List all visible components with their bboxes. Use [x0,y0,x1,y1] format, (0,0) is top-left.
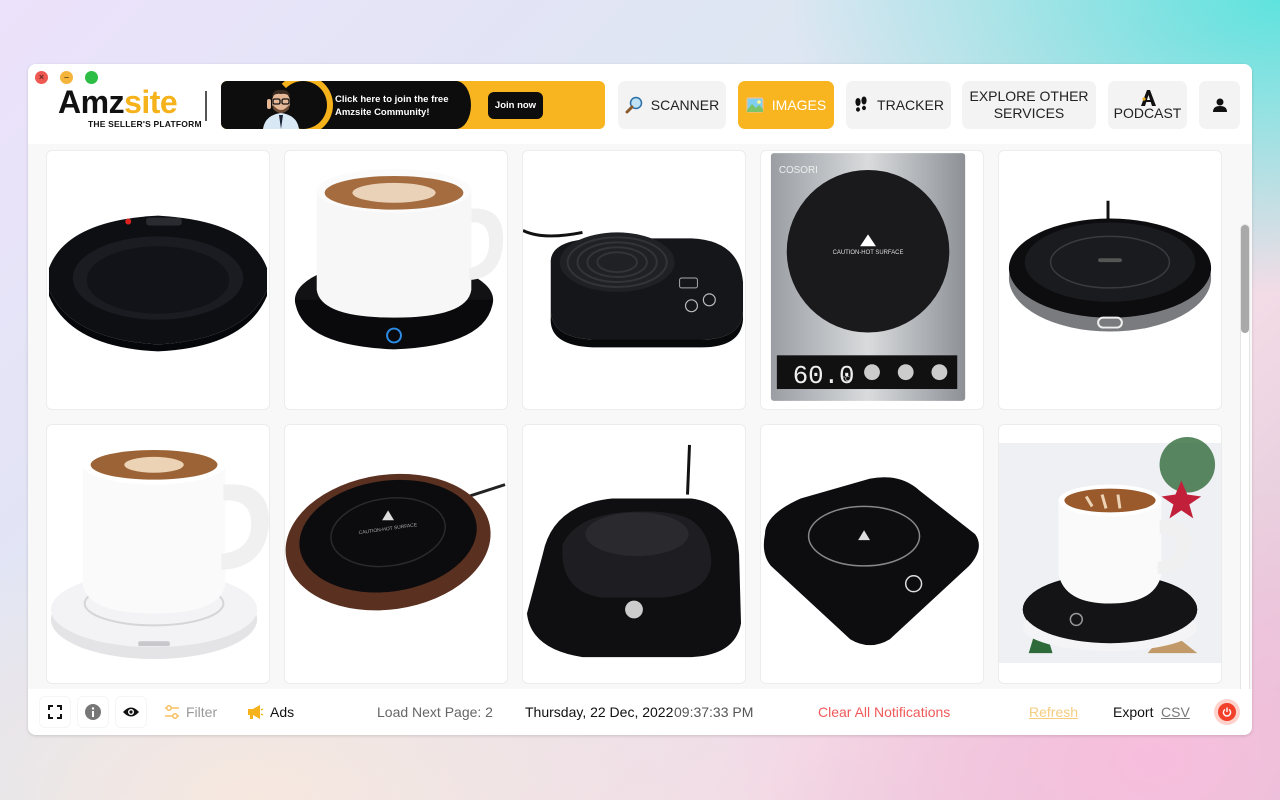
power-button[interactable] [1214,699,1240,725]
product-image-black-round-warmer [48,215,268,352]
nav-explore-services[interactable]: EXPLORE OTHER SERVICES [962,81,1096,129]
refresh-link[interactable]: Refresh [1029,704,1078,720]
eye-icon [123,707,139,717]
nav-scanner[interactable]: SCANNER [618,81,726,129]
image-gallery: COSORI CAUTION-HOT SURFACE 60.0 °C CAUTI… [28,144,1252,689]
cosori-caution-text: CAUTION-HOT SURFACE [833,250,904,256]
maximize-window-button[interactable] [85,71,98,84]
current-date: Thursday, 22 Dec, 2022 [525,704,674,720]
megaphone-icon [248,705,264,719]
filter-button[interactable]: Filter [156,697,225,727]
picture-icon [746,97,764,113]
nav-images[interactable]: IMAGES [738,81,834,129]
fullscreen-icon [48,705,62,719]
product-image-wood-ring-warmer: CAUTION-HOT SURFACE [285,473,506,611]
product-image-card[interactable] [998,424,1222,684]
product-image-glass-square-warmer [763,477,979,646]
logo[interactable]: Amzsite THE SELLER'S PLATFORM [58,86,208,129]
export-label: Export [1113,704,1154,720]
export-csv-link[interactable]: CSV [1161,704,1190,720]
product-image-card[interactable]: COSORI CAUTION-HOT SURFACE 60.0 °C [760,150,984,410]
nav-images-label: IMAGES [771,97,827,113]
product-image-white-mug-black-warmer [294,169,504,350]
community-banner[interactable]: Click here to join the free Amzsite Comm… [221,81,605,129]
product-image-card[interactable]: CAUTION-HOT SURFACE [284,424,508,684]
fullscreen-button[interactable] [40,697,70,727]
banner-line-2: Amzsite Community! [335,107,430,118]
logo-text-accent: site [124,84,178,120]
window-controls: × – [35,71,98,84]
ads-label: Ads [270,704,295,720]
product-image-white-mug-white-warmer [50,444,269,660]
person-avatar-icon [263,89,299,129]
footprints-icon [855,96,867,112]
nav-tracker-label: TRACKER [877,97,944,113]
product-image-card[interactable] [46,150,270,410]
minimize-window-button[interactable]: – [60,71,73,84]
banner-text: Click here to join the free Amzsite Comm… [335,93,449,119]
current-time: 09:37:33 PM [674,704,754,720]
nav-scanner-label: SCANNER [650,97,720,113]
vertical-scrollbar[interactable] [1240,224,1250,689]
magnifier-icon [625,96,643,114]
product-image-card[interactable] [46,424,270,684]
nav-explore-line-2: SERVICES [993,105,1065,121]
visibility-button[interactable] [116,697,146,727]
cosori-unit-text: °C [842,375,850,383]
footer-toolbar: Filter Ads Load Next Page: 2 Thursday, 2… [28,689,1252,735]
filter-label: Filter [186,704,218,720]
ads-button[interactable]: Ads [238,697,302,727]
scrollbar-thumb[interactable] [1241,225,1249,333]
user-icon [1212,98,1227,112]
sliders-icon [165,705,179,719]
logo-divider [205,91,207,121]
product-image-card[interactable] [760,424,984,684]
podcast-a-icon [1140,90,1156,106]
product-image-card[interactable] [522,150,746,410]
nav-tracker[interactable]: TRACKER [846,81,951,129]
clear-notifications-button[interactable]: Clear All Notifications [818,704,950,720]
product-image-card[interactable] [522,424,746,684]
product-image-square-black-warmer [526,444,742,658]
nav-podcast[interactable]: PODCAST [1108,81,1187,129]
header: × – Amzsite THE SELLER'S PLATFORM Click … [28,64,1252,144]
close-window-button[interactable]: × [35,71,48,84]
logo-text-dark: Amz [58,84,125,120]
info-icon [85,704,101,720]
product-image-black-round-silver-base [1008,200,1212,332]
nav-explore-line-1: EXPLORE OTHER [969,88,1089,104]
product-image-grid: COSORI CAUTION-HOT SURFACE 60.0 °C CAUTI… [46,150,1222,684]
app-window: × – Amzsite THE SELLER'S PLATFORM Click … [28,64,1252,735]
product-image-christmas-mug-warmer [999,437,1221,664]
logo-tagline: THE SELLER'S PLATFORM [88,119,202,129]
product-image-cosori-warmer: COSORI CAUTION-HOT SURFACE 60.0 °C [770,153,966,401]
banner-line-1: Click here to join the free [335,94,449,105]
profile-button[interactable] [1199,81,1240,129]
product-image-card[interactable] [998,150,1222,410]
power-icon [1222,707,1232,717]
info-button[interactable] [78,697,108,727]
cosori-brand-text: COSORI [779,165,818,176]
nav-podcast-label: PODCAST [1113,105,1182,121]
load-next-page-link[interactable]: Load Next Page: 2 [377,704,493,720]
join-now-button[interactable]: Join now [488,92,543,119]
product-image-card[interactable] [284,150,508,410]
product-image-black-pad-warmer [523,229,744,348]
